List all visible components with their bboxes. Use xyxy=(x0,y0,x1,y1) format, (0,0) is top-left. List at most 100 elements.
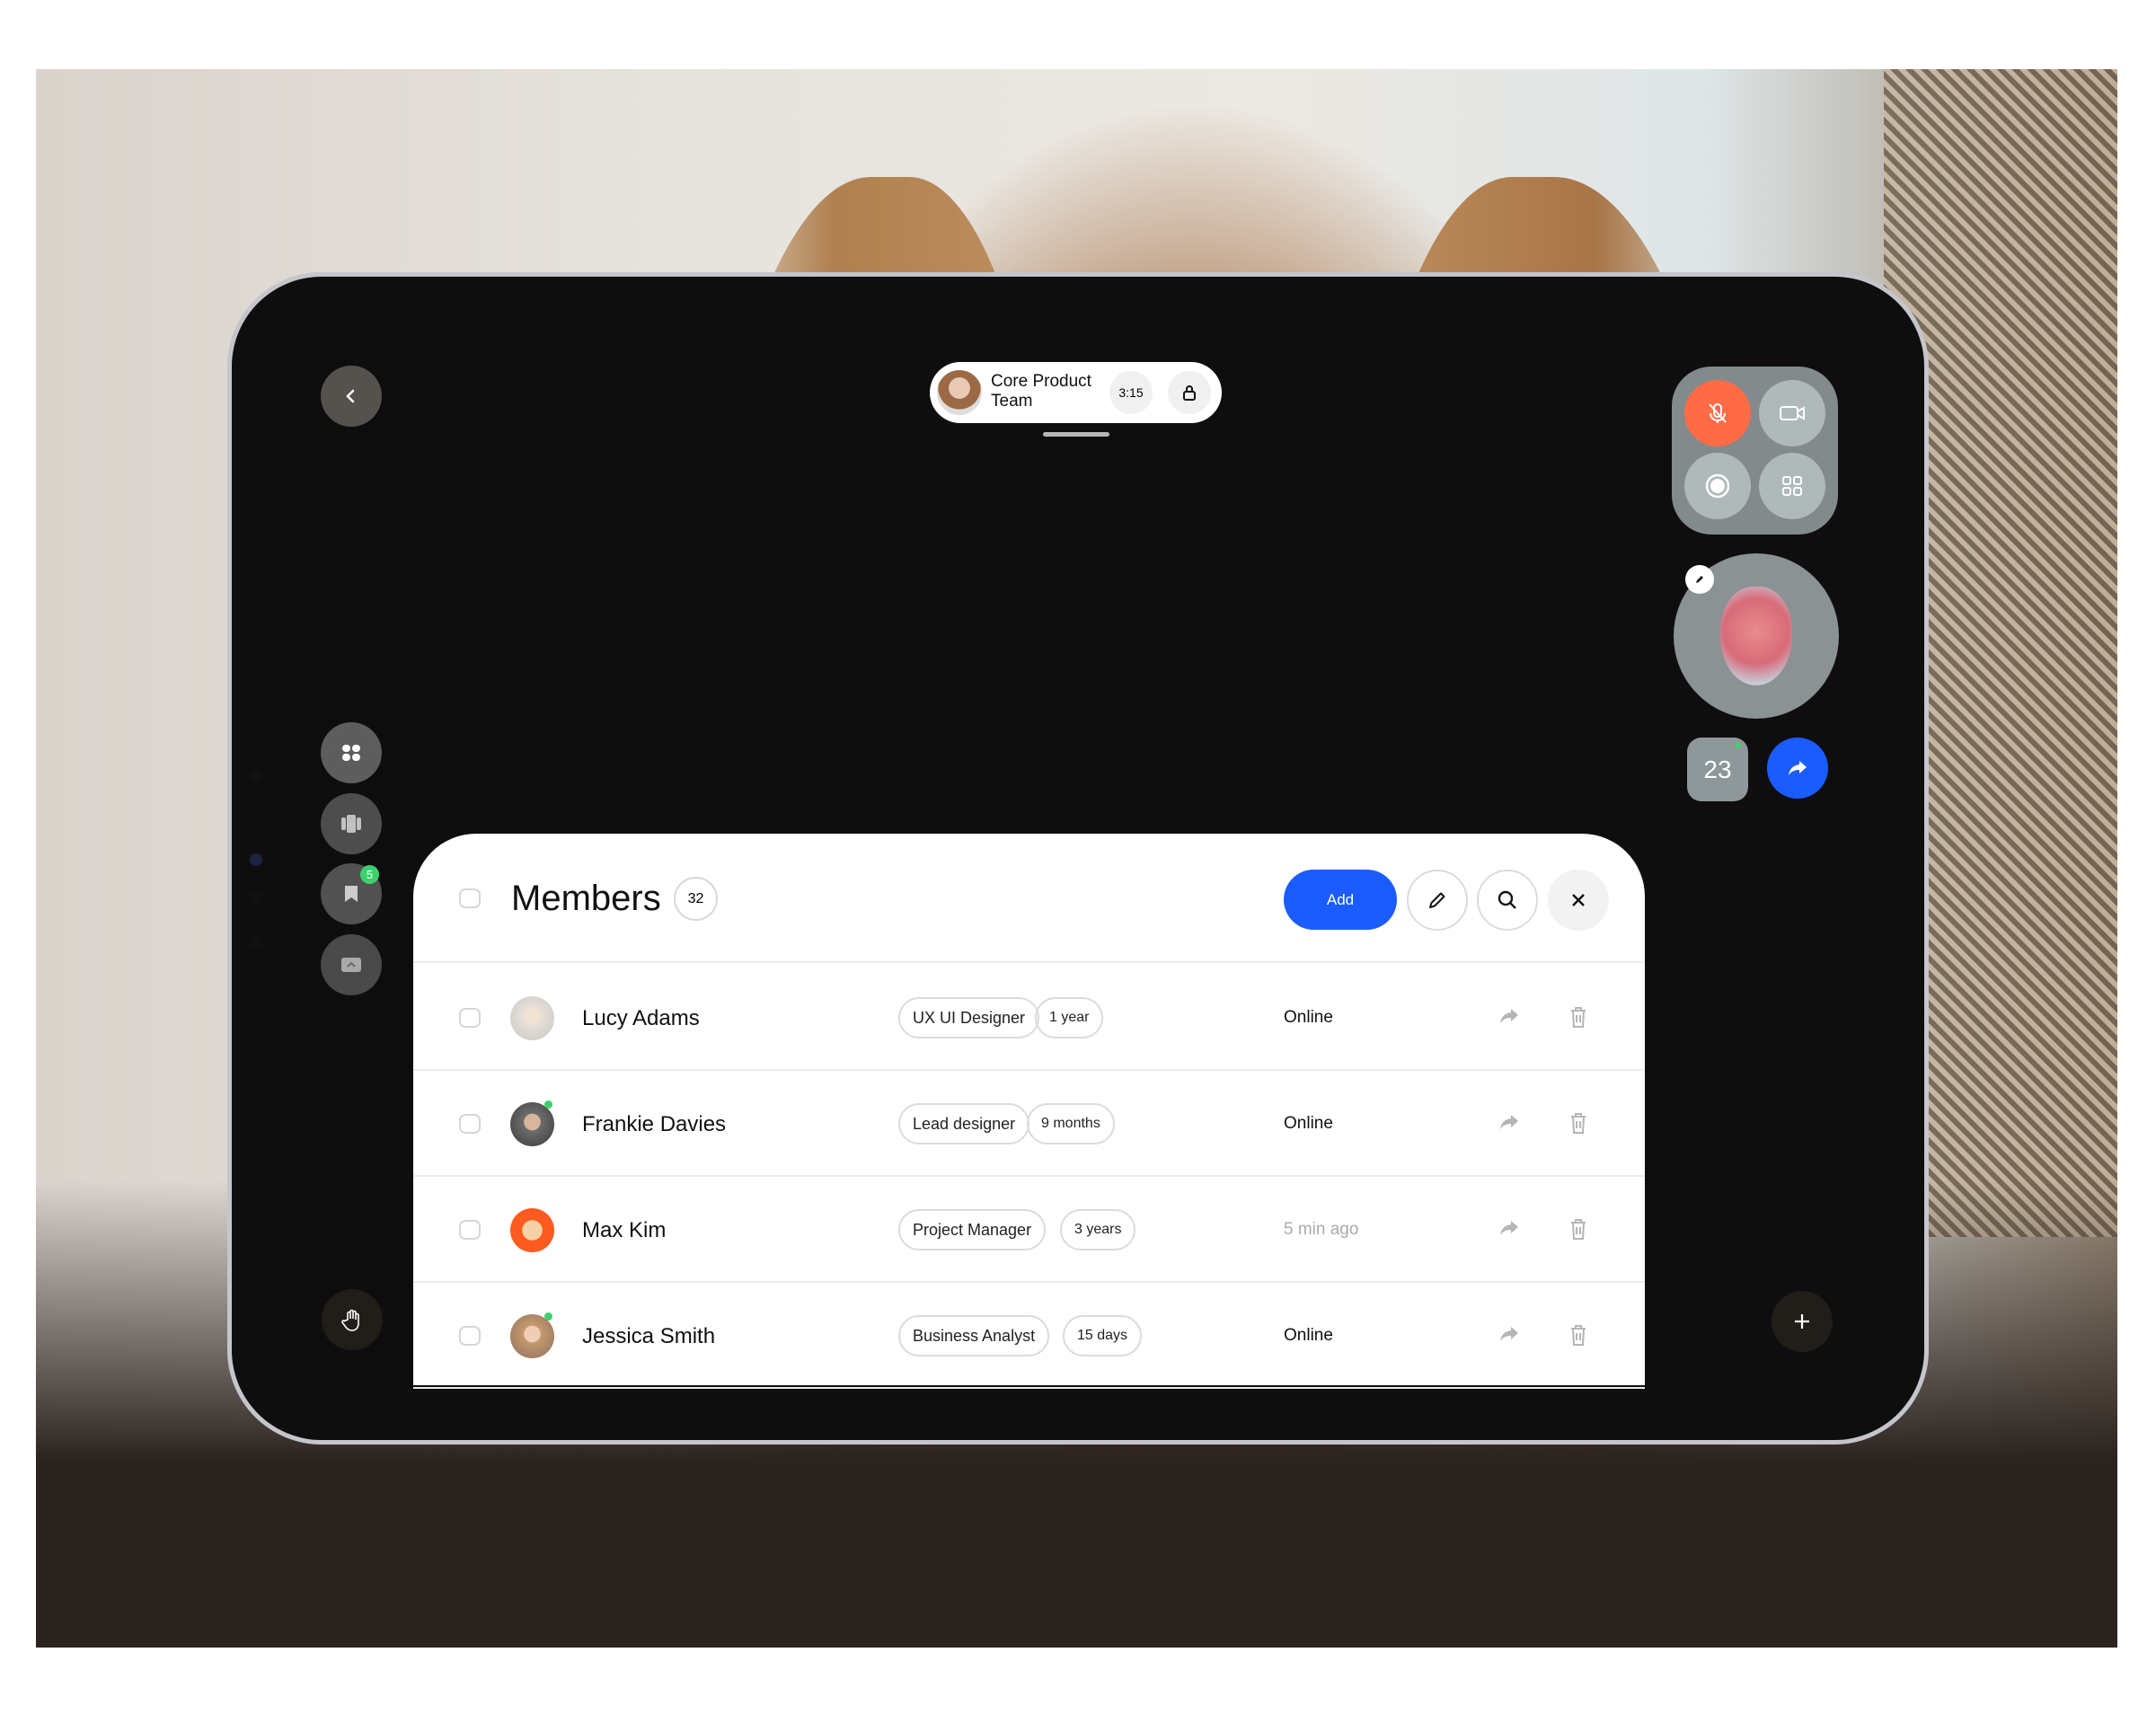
plus-icon xyxy=(1795,1314,1809,1329)
select-all-checkbox[interactable] xyxy=(459,888,481,908)
record-button[interactable] xyxy=(1684,453,1751,519)
tenure-tag: 9 months xyxy=(1027,1103,1115,1144)
chevron-left-icon xyxy=(346,389,355,403)
members-header: Members 32 Add xyxy=(413,834,1645,963)
online-dot xyxy=(544,1100,552,1109)
delete-member-button[interactable] xyxy=(1568,1322,1589,1352)
raise-hand-button[interactable] xyxy=(322,1289,383,1350)
team-avatar xyxy=(937,370,982,415)
bookmark-icon xyxy=(345,886,358,902)
share-member-button[interactable] xyxy=(1498,1322,1521,1350)
pencil-icon xyxy=(1429,892,1445,908)
add-fab-button[interactable] xyxy=(1772,1291,1833,1352)
members-panel: Members 32 Add Lucy Adams UX UI Designer… xyxy=(413,834,1645,1389)
row-checkbox[interactable] xyxy=(459,1008,481,1028)
row-checkbox[interactable] xyxy=(459,1220,481,1240)
pencil-icon xyxy=(1696,576,1703,583)
share-member-button[interactable] xyxy=(1498,1004,1521,1032)
search-button[interactable] xyxy=(1477,870,1538,931)
member-row[interactable]: Jessica Smith Business Analyst 15 days O… xyxy=(413,1283,1645,1389)
trash-icon xyxy=(1571,1325,1586,1346)
online-indicator xyxy=(1736,743,1741,748)
sidebar-apps-button[interactable] xyxy=(321,722,382,783)
delete-member-button[interactable] xyxy=(1568,1004,1589,1034)
close-button[interactable] xyxy=(1548,870,1609,931)
record-icon xyxy=(1705,473,1730,499)
row-checkbox[interactable] xyxy=(459,1326,481,1346)
trash-icon xyxy=(1571,1007,1586,1028)
delete-member-button[interactable] xyxy=(1568,1216,1589,1246)
chevron-up-icon xyxy=(341,958,361,972)
mic-off-icon xyxy=(1709,403,1727,423)
delete-member-button[interactable] xyxy=(1568,1110,1589,1140)
member-avatar xyxy=(510,1314,554,1358)
participants-count: 23 xyxy=(1703,755,1732,783)
members-count-badge: 32 xyxy=(674,877,718,921)
lock-icon xyxy=(1183,385,1196,401)
camera-dot xyxy=(250,853,262,866)
member-status: Online xyxy=(1284,1008,1333,1027)
row-checkbox[interactable] xyxy=(459,1114,481,1134)
edit-avatar-button[interactable] xyxy=(1685,565,1714,594)
role-tag: Project Manager xyxy=(898,1209,1047,1250)
mute-mic-button[interactable] xyxy=(1684,380,1751,446)
share-member-button[interactable] xyxy=(1498,1216,1521,1244)
member-name: Frankie Davies xyxy=(582,1112,727,1136)
close-icon xyxy=(1572,894,1585,906)
sidebar-collapse-button[interactable] xyxy=(321,934,382,995)
add-member-button[interactable]: Add xyxy=(1284,870,1397,930)
share-arrow-icon xyxy=(1500,1115,1518,1129)
member-row[interactable]: Lucy Adams UX UI Designer 1 year Online xyxy=(413,965,1645,1071)
search-icon xyxy=(1498,890,1516,909)
trash-icon xyxy=(1571,1113,1586,1134)
member-avatar xyxy=(510,1208,554,1252)
layout-grid-button[interactable] xyxy=(1759,453,1825,519)
share-arrow-icon xyxy=(1500,1221,1518,1235)
member-status: Online xyxy=(1284,1114,1333,1133)
carousel-icon xyxy=(341,815,361,833)
online-dot xyxy=(544,1312,552,1321)
participants-counter[interactable]: 23 xyxy=(1687,738,1748,801)
call-info-pill[interactable]: Core Product Team 3:15 xyxy=(930,362,1222,423)
bookmark-badge: 5 xyxy=(360,865,379,884)
trash-icon xyxy=(1571,1219,1586,1240)
members-title: Members xyxy=(511,879,661,918)
call-timer: 3:15 xyxy=(1109,371,1153,414)
member-status: 5 min ago xyxy=(1284,1220,1359,1239)
member-status: Online xyxy=(1284,1326,1333,1345)
camera-dot xyxy=(250,892,262,905)
edit-button[interactable] xyxy=(1407,870,1468,931)
grid-icon xyxy=(1782,476,1802,496)
share-arrow-icon xyxy=(1500,1009,1518,1023)
tenure-tag: 1 year xyxy=(1035,997,1104,1038)
share-arrow-icon xyxy=(1789,761,1807,775)
role-tag: Business Analyst xyxy=(898,1315,1050,1356)
call-controls xyxy=(1672,367,1838,535)
member-name: Max Kim xyxy=(582,1218,667,1242)
apps-icon xyxy=(342,745,360,761)
share-screen-button[interactable] xyxy=(1767,738,1828,799)
member-row[interactable]: Max Kim Project Manager 3 years 5 min ag… xyxy=(413,1177,1645,1283)
camera-dot xyxy=(250,770,262,782)
hand-icon xyxy=(341,1309,359,1331)
share-arrow-icon xyxy=(1500,1327,1518,1341)
lock-button[interactable] xyxy=(1168,371,1211,414)
tenure-tag: 3 years xyxy=(1060,1209,1136,1250)
member-name: Lucy Adams xyxy=(582,1006,700,1030)
member-avatar xyxy=(510,996,554,1040)
drag-handle[interactable] xyxy=(1043,432,1109,437)
call-title: Core Product Team xyxy=(991,372,1091,411)
member-name: Jessica Smith xyxy=(582,1324,716,1348)
tenure-tag: 15 days xyxy=(1063,1315,1143,1356)
role-tag: Lead designer xyxy=(898,1103,1030,1144)
video-camera-icon xyxy=(1780,406,1805,420)
camera-dot xyxy=(250,935,262,948)
member-avatar xyxy=(510,1102,554,1146)
back-button[interactable] xyxy=(321,366,382,427)
role-tag: UX UI Designer xyxy=(898,997,1040,1038)
share-member-button[interactable] xyxy=(1498,1110,1521,1138)
avatar-3d-face xyxy=(1720,587,1792,685)
sidebar-cards-button[interactable] xyxy=(321,793,382,854)
camera-button[interactable] xyxy=(1759,380,1825,446)
member-row[interactable]: Frankie Davies Lead designer 9 months On… xyxy=(413,1071,1645,1177)
